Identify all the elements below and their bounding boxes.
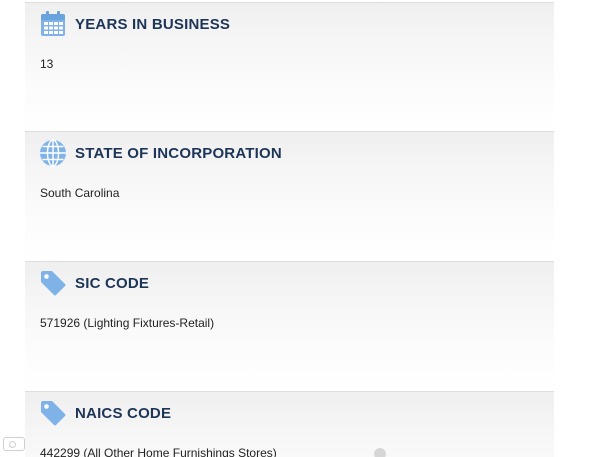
- panel-header: SIC CODE: [39, 269, 149, 297]
- sic-code-panel: SIC CODE 571926 (Lighting Fixtures-Retai…: [25, 261, 554, 389]
- section-value: 13: [40, 57, 54, 71]
- years-in-business-panel: YEARS IN BUSINESS 13: [25, 2, 554, 130]
- section-title: YEARS IN BUSINESS: [75, 15, 231, 33]
- section-title: STATE OF INCORPORATION: [75, 144, 282, 162]
- watermark-right: [374, 448, 396, 457]
- logo-icon: [374, 448, 386, 457]
- section-value: 442299 (All Other Home Furnishings Store…: [40, 446, 277, 457]
- panel-header: NAICS CODE: [39, 399, 171, 427]
- camera-icon: [3, 437, 25, 451]
- business-info-page: YEARS IN BUSINESS 13 STATE OF INCORPORAT: [0, 0, 612, 457]
- state-of-incorporation-panel: STATE OF INCORPORATION South Carolina: [25, 131, 554, 259]
- watermark-left: [3, 437, 29, 451]
- section-title: NAICS CODE: [75, 404, 172, 422]
- calendar-icon: [39, 10, 67, 38]
- globe-icon: [39, 139, 67, 167]
- section-value: South Carolina: [40, 186, 120, 200]
- section-value: 571926 (Lighting Fixtures-Retail): [40, 316, 215, 330]
- tag-icon: [39, 399, 67, 427]
- tag-icon: [39, 269, 67, 297]
- section-title: SIC CODE: [75, 274, 150, 292]
- panel-header: YEARS IN BUSINESS: [39, 10, 230, 38]
- panel-header: STATE OF INCORPORATION: [39, 139, 282, 167]
- naics-code-panel: NAICS CODE 442299 (All Other Home Furnis…: [25, 391, 554, 457]
